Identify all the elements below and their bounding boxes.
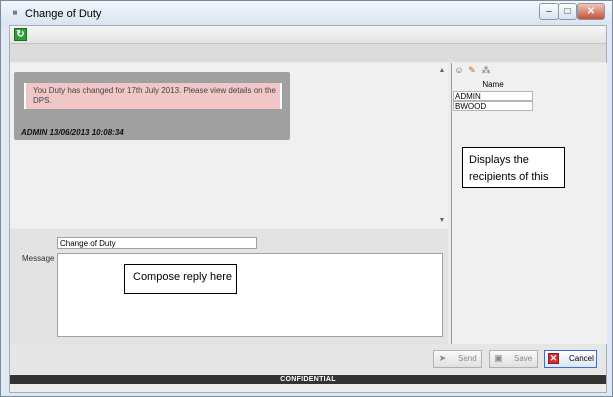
cancel-button[interactable]: ✕ Cancel xyxy=(544,350,597,368)
close-button[interactable]: ✕ xyxy=(577,3,605,20)
compose-callout: Compose reply here xyxy=(124,264,237,294)
recipients-toolbar: ☺ ✎ ⁂ xyxy=(452,63,607,77)
send-icon: ➤ xyxy=(438,353,447,363)
cancel-label: Cancel xyxy=(569,354,594,363)
refresh-button[interactable]: ↻ xyxy=(14,28,27,41)
message-input[interactable]: Compose reply here xyxy=(57,253,443,337)
window-title: Change of Duty xyxy=(25,8,102,20)
message-meta: ADMIN 13/06/2013 10:08:34 xyxy=(21,128,124,137)
button-bar: ➤ Send ▣ Save ✕ Cancel xyxy=(10,344,606,374)
list-item[interactable]: BWOOD xyxy=(453,101,533,111)
message-card: You Duty has changed for 17th July 2013.… xyxy=(14,72,290,140)
recipients-callout: Displays the recipients of this xyxy=(462,147,565,188)
save-button[interactable]: ▣ Save xyxy=(489,350,538,368)
dialog-body: ↻ You Duty has changed for 17th July 201… xyxy=(9,25,607,393)
minimize-icon: – xyxy=(546,6,552,17)
edit-users-icon[interactable]: ✎ xyxy=(467,65,477,75)
save-label: Save xyxy=(514,354,533,363)
refresh-icon: ↻ xyxy=(16,29,25,40)
minimize-button[interactable]: – xyxy=(539,3,559,20)
header-band xyxy=(10,44,606,62)
message-text: You Duty has changed for 17th July 2013.… xyxy=(24,83,282,109)
message-history[interactable]: You Duty has changed for 17th July 2013.… xyxy=(10,63,448,228)
maximize-icon: □ xyxy=(564,6,571,17)
cancel-icon: ✕ xyxy=(548,353,559,364)
title-bar[interactable]: ▦ Change of Duty – □ ✕ xyxy=(1,1,612,25)
scroll-up-icon[interactable]: ▲ xyxy=(437,66,447,76)
list-item[interactable]: ADMIN xyxy=(453,91,533,101)
recipients-panel: ☺ ✎ ⁂ Name ADMIN BWOOD Displays the reci… xyxy=(451,63,607,344)
add-users-icon[interactable]: ☺ xyxy=(454,65,464,75)
toolbar: ↻ xyxy=(10,26,606,44)
app-logo-icon: ▦ xyxy=(12,10,18,16)
message-label: Message xyxy=(22,254,55,263)
clear-users-icon[interactable]: ⁂ xyxy=(481,65,491,75)
send-button[interactable]: ➤ Send xyxy=(433,350,482,368)
close-icon: ✕ xyxy=(586,6,596,17)
scroll-down-icon[interactable]: ▼ xyxy=(437,216,447,226)
classification-banner: CONFIDENTIAL xyxy=(10,375,606,384)
subject-field[interactable]: Change of Duty xyxy=(57,237,257,249)
maximize-button[interactable]: □ xyxy=(558,3,577,20)
window: ▦ Change of Duty – □ ✕ ↻ You Duty has ch… xyxy=(0,0,613,397)
column-header-name[interactable]: Name xyxy=(452,80,534,90)
reply-area: Change of Duty Message Compose reply her… xyxy=(10,229,448,344)
save-icon: ▣ xyxy=(494,353,503,363)
send-label: Send xyxy=(458,354,477,363)
